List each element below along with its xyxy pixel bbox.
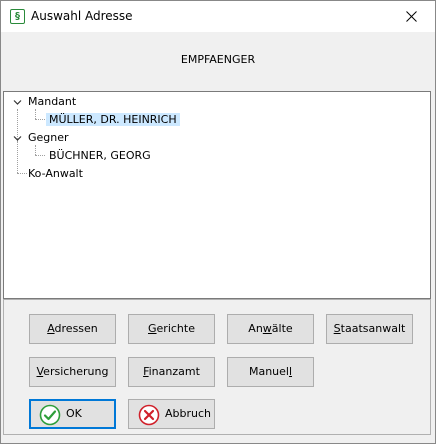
checkmark-icon: [39, 404, 61, 426]
chevron-down-icon[interactable]: [13, 134, 22, 143]
tree-connector: [35, 145, 36, 155]
dialog-window: § Auswahl Adresse EMPFAENGER Mandant MÜL…: [0, 0, 436, 444]
recipient-header: EMPFAENGER: [180, 53, 256, 66]
ok-button[interactable]: OK: [29, 399, 116, 429]
tree-item-mueller[interactable]: MÜLLER, DR. HEINRICH: [46, 113, 180, 126]
tree-connector: [35, 109, 36, 119]
abbruch-label: Abbruch: [165, 407, 212, 420]
versicherung-button[interactable]: Versicherung: [29, 357, 116, 387]
paragraph-icon: §: [10, 9, 25, 24]
tree-connector: [17, 141, 18, 173]
tree-connector: [35, 155, 45, 156]
button-panel: Adressen Gerichte Anwälte Staatsanwalt V…: [3, 299, 431, 435]
tree-connector: [17, 173, 27, 174]
tree-node-gegner[interactable]: Gegner: [28, 131, 69, 144]
manuell-button[interactable]: Manuell: [227, 357, 314, 387]
close-icon: [406, 11, 417, 22]
abbruch-button[interactable]: Abbruch: [128, 399, 215, 429]
adressen-button[interactable]: Adressen: [29, 314, 116, 344]
tree-node-mandant[interactable]: Mandant: [28, 95, 76, 108]
address-tree[interactable]: Mandant MÜLLER, DR. HEINRICH Gegner BÜCH…: [3, 91, 431, 299]
title-bar[interactable]: § Auswahl Adresse: [1, 1, 435, 32]
staatsanwalt-button[interactable]: Staatsanwalt: [326, 314, 413, 344]
chevron-down-icon[interactable]: [13, 98, 22, 107]
cancel-icon: [138, 404, 160, 426]
finanzamt-button[interactable]: Finanzamt: [128, 357, 215, 387]
gerichte-button[interactable]: Gerichte: [128, 314, 215, 344]
ok-label: OK: [66, 407, 82, 420]
tree-item-buechner[interactable]: BÜCHNER, GEORG: [49, 149, 151, 162]
window-title: Auswahl Adresse: [31, 9, 133, 23]
anwaelte-button[interactable]: Anwälte: [227, 314, 314, 344]
close-button[interactable]: [389, 1, 435, 32]
tree-node-ko-anwalt[interactable]: Ko-Anwalt: [28, 167, 83, 180]
tree-connector: [35, 119, 45, 120]
